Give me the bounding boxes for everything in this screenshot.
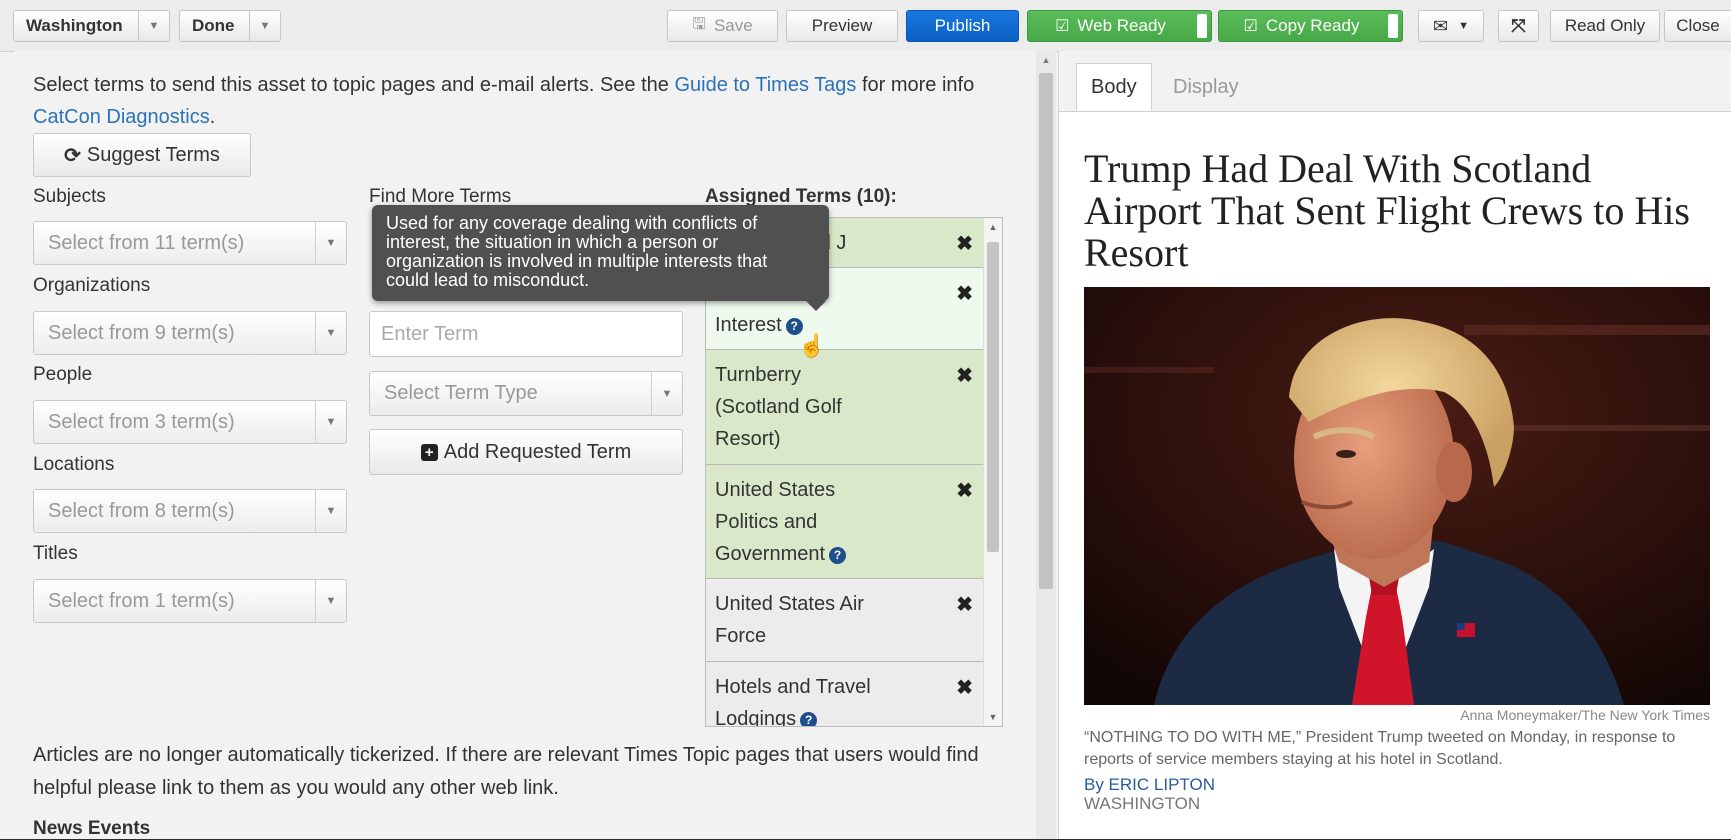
article-photo bbox=[1084, 287, 1710, 705]
remove-icon[interactable]: ✖ bbox=[956, 360, 973, 392]
web-ready-button[interactable]: ☑ Web Ready bbox=[1027, 10, 1212, 42]
tags-panel: Select terms to send this asset to topic… bbox=[14, 51, 1040, 839]
photo-illustration bbox=[1084, 287, 1710, 705]
photo-caption: “NOTHING TO DO WITH ME,” President Trump… bbox=[1084, 729, 1676, 768]
copy-ready-button[interactable]: ☑ Copy Ready bbox=[1218, 10, 1403, 42]
chevron-down-icon: ▼ bbox=[315, 580, 346, 622]
enter-term-input[interactable]: Enter Term bbox=[369, 311, 683, 357]
plus-square-icon: + bbox=[420, 443, 438, 461]
remove-icon[interactable]: ✖ bbox=[956, 475, 973, 507]
email-menu-button[interactable]: ✉ ▼ bbox=[1418, 10, 1484, 42]
subjects-select[interactable]: Select from 11 term(s) ▼ bbox=[33, 221, 347, 265]
assigned-term: Turnberry (Scotland Golf Resort) ✖ bbox=[706, 350, 983, 465]
people-label: People bbox=[33, 364, 93, 385]
envelope-icon: ✉ bbox=[1433, 15, 1449, 36]
suggest-terms-label: Suggest Terms bbox=[86, 143, 220, 166]
term-tooltip: Used for any coverage dealing with confl… bbox=[372, 205, 829, 311]
remove-icon[interactable]: ✖ bbox=[956, 672, 973, 704]
titles-label: Titles bbox=[33, 543, 78, 564]
save-button[interactable]: 🖫 Save bbox=[667, 10, 778, 42]
scroll-up-icon: ▲ bbox=[1041, 55, 1051, 65]
close-button[interactable]: Close bbox=[1664, 10, 1731, 42]
help-icon[interactable]: ? bbox=[829, 546, 847, 564]
publish-button[interactable]: Publish bbox=[906, 10, 1019, 42]
chevron-down-icon: ▼ bbox=[315, 312, 346, 354]
catcon-link[interactable]: CatCon Diagnostics bbox=[33, 106, 210, 128]
article-headline: Trump Had Deal With Scotland Airport Tha… bbox=[1084, 146, 1690, 275]
chevron-down-icon: ▼ bbox=[651, 372, 682, 415]
assigned-term: United States Air Force ✖ bbox=[706, 579, 983, 662]
add-requested-term-button[interactable]: + Add Requested Term bbox=[369, 429, 683, 475]
close-label: Close bbox=[1676, 16, 1720, 35]
remove-icon[interactable]: ✖ bbox=[956, 278, 973, 310]
save-icon: 🖫 bbox=[692, 15, 706, 33]
term-type-select[interactable]: Select Term Type ▼ bbox=[369, 371, 683, 416]
refresh-icon: ⟳ bbox=[64, 144, 81, 167]
checkbox-checked-icon: ☑ bbox=[1243, 18, 1258, 35]
expand-icon: ⤧ bbox=[1511, 15, 1526, 36]
locations-label: Locations bbox=[33, 454, 115, 475]
panel-scrollbar[interactable]: ▲ bbox=[1036, 51, 1056, 839]
dateline: WASHINGTON bbox=[1084, 794, 1201, 813]
organizations-label: Organizations bbox=[33, 275, 151, 296]
suggest-terms-button[interactable]: ⟳ Suggest Terms bbox=[33, 133, 251, 177]
locations-select[interactable]: Select from 8 term(s) ▼ bbox=[33, 489, 347, 533]
scrollbar-thumb[interactable] bbox=[1039, 73, 1053, 589]
terms-scrollbar[interactable]: ▲ ▼ bbox=[983, 218, 1002, 726]
help-icon[interactable]: ? bbox=[800, 711, 818, 726]
expand-button[interactable]: ⤧ bbox=[1498, 10, 1539, 42]
scrollbar-thumb[interactable] bbox=[987, 242, 999, 552]
remove-icon[interactable]: ✖ bbox=[956, 589, 973, 621]
status-dropdown[interactable]: Done ▼ bbox=[179, 10, 281, 42]
assigned-term: United States Politics and Government? ✖ bbox=[706, 465, 983, 579]
guide-link[interactable]: Guide to Times Tags bbox=[674, 74, 856, 96]
tickerize-note: Articles are no longer automatically tic… bbox=[33, 744, 979, 799]
people-select[interactable]: Select from 3 term(s) ▼ bbox=[33, 400, 347, 444]
read-only-button[interactable]: Read Only bbox=[1550, 10, 1660, 42]
read-only-label: Read Only bbox=[1564, 16, 1646, 35]
titles-select[interactable]: Select from 1 term(s) ▼ bbox=[33, 579, 347, 623]
help-icon[interactable]: ? bbox=[785, 317, 803, 335]
news-events-label: News Events bbox=[33, 818, 151, 839]
publish-label: Publish bbox=[934, 16, 991, 35]
toggle-handle bbox=[1388, 14, 1398, 38]
copy-ready-label: Copy Ready bbox=[1265, 16, 1360, 35]
toggle-handle bbox=[1197, 14, 1207, 38]
tab-display[interactable]: Display bbox=[1159, 63, 1253, 111]
desk-dropdown[interactable]: Washington ▼ bbox=[13, 10, 170, 42]
status-label: Done bbox=[192, 16, 235, 35]
tab-body[interactable]: Body bbox=[1076, 63, 1152, 111]
assigned-term: Hotels and Travel Lodgings? ✖ bbox=[706, 662, 983, 726]
toolbar: Washington ▼ Done ▼ 🖫 Save Preview Publi… bbox=[0, 0, 1731, 52]
organizations-select[interactable]: Select from 9 term(s) ▼ bbox=[33, 311, 347, 355]
chevron-down-icon: ▼ bbox=[315, 401, 346, 443]
chevron-down-icon: ▼ bbox=[249, 11, 280, 41]
remove-icon[interactable]: ✖ bbox=[956, 228, 973, 260]
preview-button[interactable]: Preview bbox=[786, 10, 898, 42]
desk-label: Washington bbox=[26, 16, 123, 35]
checkbox-checked-icon: ☑ bbox=[1055, 18, 1070, 35]
preview-tabs: Body Display bbox=[1059, 51, 1731, 112]
scroll-down-icon: ▼ bbox=[988, 712, 998, 722]
chevron-down-icon: ▼ bbox=[1458, 20, 1469, 32]
chevron-down-icon: ▼ bbox=[315, 222, 346, 264]
chevron-down-icon: ▼ bbox=[315, 490, 346, 532]
add-requested-term-label: Add Requested Term bbox=[443, 440, 632, 463]
photo-credit: Anna Moneymaker/The New York Times bbox=[1460, 707, 1710, 723]
web-ready-label: Web Ready bbox=[1077, 16, 1166, 35]
subjects-label: Subjects bbox=[33, 186, 106, 207]
app-frame: Washington ▼ Done ▼ 🖫 Save Preview Publi… bbox=[0, 0, 1731, 839]
preview-label: Preview bbox=[811, 16, 873, 35]
chevron-down-icon: ▼ bbox=[138, 11, 169, 41]
article-preview: Body Display Trump Had Deal With Scotlan… bbox=[1058, 51, 1731, 839]
tags-intro: Select terms to send this asset to topic… bbox=[33, 74, 975, 128]
scroll-up-icon: ▲ bbox=[988, 222, 998, 232]
save-label: Save bbox=[713, 16, 753, 35]
hand-cursor-icon: ☝ bbox=[798, 333, 826, 358]
byline[interactable]: By ERIC LIPTON bbox=[1084, 775, 1215, 795]
